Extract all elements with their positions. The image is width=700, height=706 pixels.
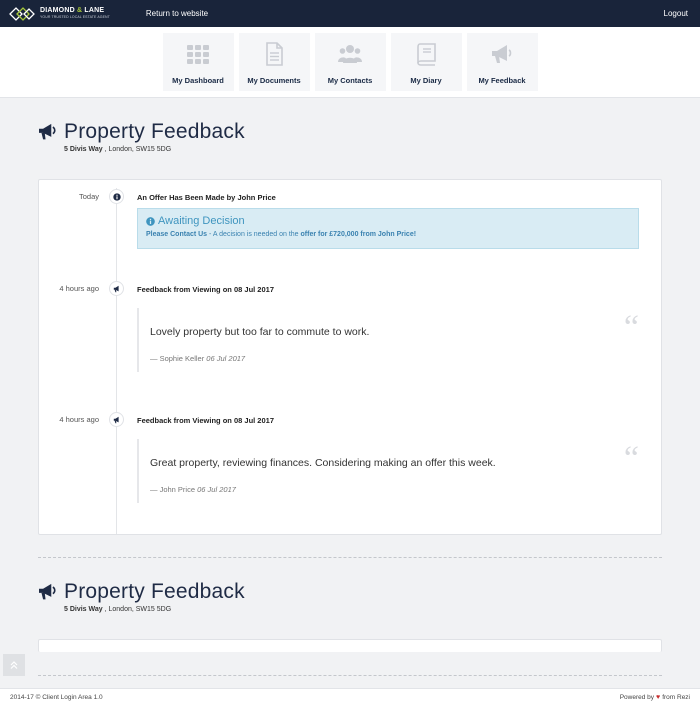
offer-link[interactable]: offer for £720,000 from John Price! <box>301 231 417 238</box>
diamond-logo-icon <box>9 6 35 21</box>
page-title: Property Feedback <box>64 120 245 143</box>
nav-my-documents[interactable]: My Documents <box>238 33 310 91</box>
rezi-link[interactable]: from Rezi <box>662 694 690 701</box>
feedback-timeline-card: Today An Offer Has Been Made by John Pri… <box>38 179 662 535</box>
book-icon <box>417 43 436 66</box>
footer: 2014-17 © Client Login Area 1.0 Powered … <box>0 688 700 706</box>
scroll-to-top-button[interactable] <box>3 654 25 676</box>
footer-copyright: 2014-17 © Client Login Area 1.0 <box>10 694 103 701</box>
document-icon <box>266 42 283 66</box>
megaphone-icon <box>39 583 56 600</box>
megaphone-icon <box>39 123 56 140</box>
logo-tagline: YOUR TRUSTED LOCAL ESTATE AGENT <box>40 15 110 19</box>
event-title: An Offer Has Been Made by John Price <box>137 193 276 202</box>
nav-label: My Diary <box>410 76 442 85</box>
event-marker <box>109 189 124 204</box>
nav-label: My Contacts <box>327 76 373 85</box>
footer-powered-by: Powered by ♥ from Rezi <box>619 694 690 701</box>
event-title: Feedback from Viewing on 08 Jul 2017 <box>137 416 274 425</box>
heart-icon: ♥ <box>656 694 661 701</box>
nav-my-contacts[interactable]: My Contacts <box>314 33 386 91</box>
nav-my-diary[interactable]: My Diary <box>390 33 462 91</box>
top-bar: DIAMOND & LANE YOUR TRUSTED LOCAL ESTATE… <box>0 0 700 27</box>
feedback-timeline-card <box>38 639 662 652</box>
feedback-quote: Great property, reviewing finances. Cons… <box>137 439 639 503</box>
megaphone-icon <box>492 45 512 63</box>
info-circle-icon <box>146 216 155 226</box>
grid-icon <box>187 45 209 64</box>
quote-author: — John Price 06 Jul 2017 <box>150 485 236 494</box>
quote-text: Lovely property but too far to commute t… <box>150 326 370 338</box>
logout-link[interactable]: Logout <box>664 9 688 18</box>
event-marker <box>109 412 124 427</box>
brand-logo[interactable]: DIAMOND & LANE YOUR TRUSTED LOCAL ESTATE… <box>8 5 110 23</box>
quote-mark-icon: “ <box>623 440 639 477</box>
feedback-quote: Lovely property but too far to commute t… <box>137 308 639 372</box>
event-marker <box>109 281 124 296</box>
nav-my-dashboard[interactable]: My Dashboard <box>162 33 234 91</box>
event-title: Feedback from Viewing on 08 Jul 2017 <box>137 285 274 294</box>
section-header: Property Feedback 5 Divis Way , London, … <box>38 580 245 613</box>
nav-label: My Feedback <box>478 76 526 85</box>
page-title: Property Feedback <box>64 580 245 603</box>
alert-body: Please Contact Us - A decision is needed… <box>146 231 417 238</box>
nav-my-feedback[interactable]: My Feedback <box>466 33 538 91</box>
event-time: Today <box>78 192 99 201</box>
quote-mark-icon: “ <box>623 309 639 346</box>
section-divider <box>38 675 662 676</box>
alert-heading: Awaiting Decision <box>158 215 245 227</box>
nav-label: My Documents <box>247 76 301 85</box>
property-address: 5 Divis Way , London, SW15 5DG <box>64 606 172 613</box>
quote-author: — Sophie Keller 06 Jul 2017 <box>150 354 246 363</box>
contact-us-link[interactable]: Please Contact Us <box>146 231 207 238</box>
info-icon <box>112 192 121 201</box>
double-chevron-up-icon <box>10 661 18 669</box>
event-time: 4 hours ago <box>59 284 99 293</box>
nav-label: My Dashboard <box>172 76 224 85</box>
awaiting-decision-alert: Awaiting Decision Please Contact Us - A … <box>137 208 639 249</box>
section-divider <box>38 557 662 558</box>
main-nav: My Dashboard My Documents My Contacts My… <box>0 27 700 98</box>
megaphone-icon <box>113 416 119 423</box>
property-address: 5 Divis Way , London, SW15 5DG <box>64 146 172 153</box>
megaphone-icon <box>113 285 119 292</box>
logo-name: DIAMOND & LANE <box>40 7 105 14</box>
event-time: 4 hours ago <box>59 415 99 424</box>
section-header: Property Feedback 5 Divis Way , London, … <box>38 120 245 153</box>
timeline-line <box>116 188 117 534</box>
quote-text: Great property, reviewing finances. Cons… <box>150 457 496 469</box>
users-icon <box>338 45 362 63</box>
return-to-website-link[interactable]: Return to website <box>146 9 208 18</box>
